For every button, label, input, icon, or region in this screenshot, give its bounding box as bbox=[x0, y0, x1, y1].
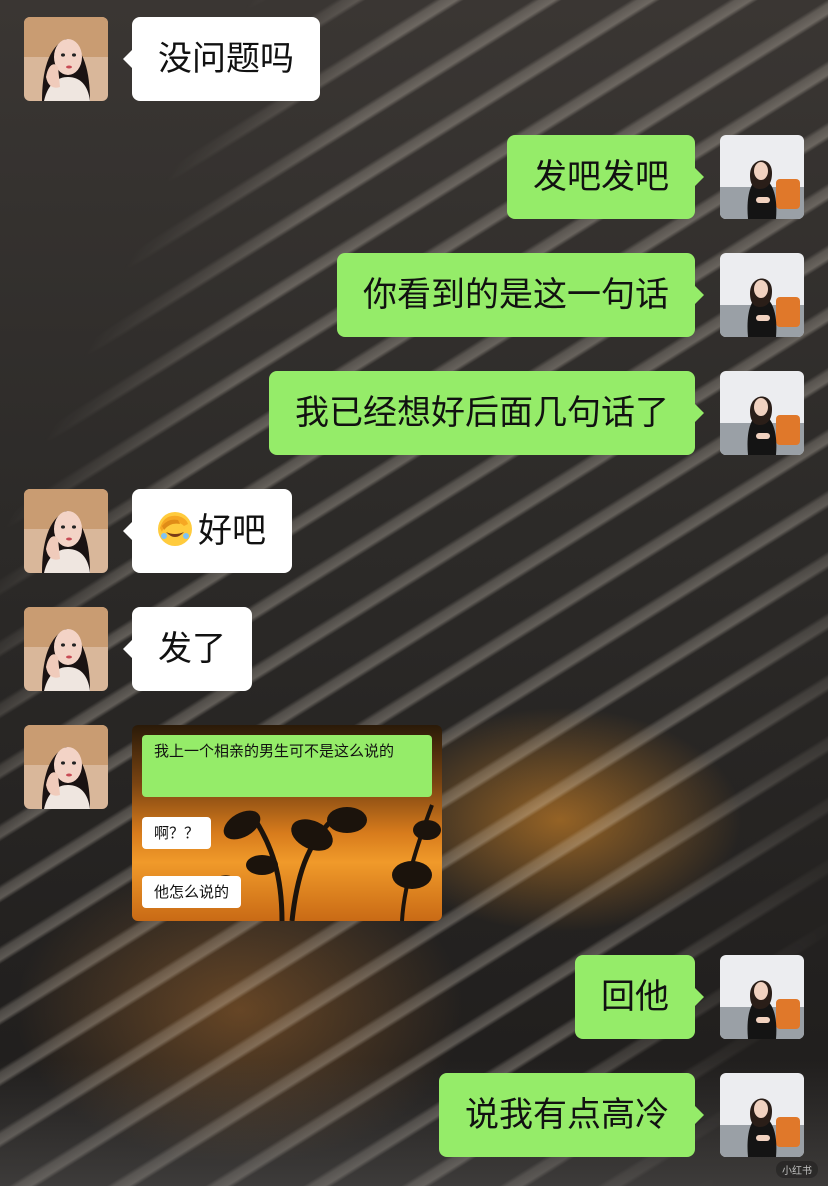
screenshot-incoming-bubble: 他怎么说的 bbox=[142, 876, 242, 908]
outgoing-message-bubble[interactable]: 发吧发吧 bbox=[507, 135, 704, 219]
message-row: 发吧发吧 bbox=[0, 135, 828, 219]
message-row: 回他 bbox=[0, 955, 828, 1039]
message-row: 我已经想好后面几句话了 bbox=[0, 371, 828, 455]
screenshot-outgoing-bubble: 我上一个相亲的男生可不是这么说的 bbox=[142, 735, 432, 797]
watermark-label: 小红书 bbox=[776, 1161, 818, 1178]
message-row: 我上一个相亲的男生可不是这么说的 啊？？ 他怎么说的 bbox=[0, 725, 828, 921]
outgoing-message-bubble[interactable]: 我已经想好后面几句话了 bbox=[269, 371, 704, 455]
screenshot-incoming-bubble: 啊？？ bbox=[142, 817, 212, 849]
message-row: 你看到的是这一句话 bbox=[0, 253, 828, 337]
image-message[interactable]: 我上一个相亲的男生可不是这么说的 啊？？ 他怎么说的 bbox=[132, 725, 442, 921]
face-with-hand-over-eyes-emoji-icon bbox=[156, 510, 194, 548]
outgoing-message-bubble[interactable]: 回他 bbox=[575, 955, 704, 1039]
my-avatar[interactable] bbox=[720, 371, 804, 455]
message-row: 好吧 bbox=[0, 489, 828, 573]
message-row: 没问题吗 bbox=[0, 17, 828, 101]
incoming-message-bubble[interactable]: 好吧 bbox=[123, 489, 292, 573]
contact-avatar[interactable] bbox=[24, 489, 108, 573]
outgoing-message-bubble[interactable]: 你看到的是这一句话 bbox=[337, 253, 704, 337]
contact-avatar[interactable] bbox=[24, 725, 108, 809]
message-row: 说我有点高冷 bbox=[0, 1073, 828, 1157]
incoming-message-bubble[interactable]: 没问题吗 bbox=[123, 17, 320, 101]
message-row: 发了 bbox=[0, 607, 828, 691]
incoming-message-bubble[interactable]: 发了 bbox=[123, 607, 252, 691]
outgoing-message-bubble[interactable]: 说我有点高冷 bbox=[439, 1073, 704, 1157]
my-avatar[interactable] bbox=[720, 1073, 804, 1157]
my-avatar[interactable] bbox=[720, 135, 804, 219]
contact-avatar[interactable] bbox=[24, 607, 108, 691]
message-text: 好吧 bbox=[198, 511, 266, 551]
contact-avatar[interactable] bbox=[24, 17, 108, 101]
my-avatar[interactable] bbox=[720, 253, 804, 337]
my-avatar[interactable] bbox=[720, 955, 804, 1039]
